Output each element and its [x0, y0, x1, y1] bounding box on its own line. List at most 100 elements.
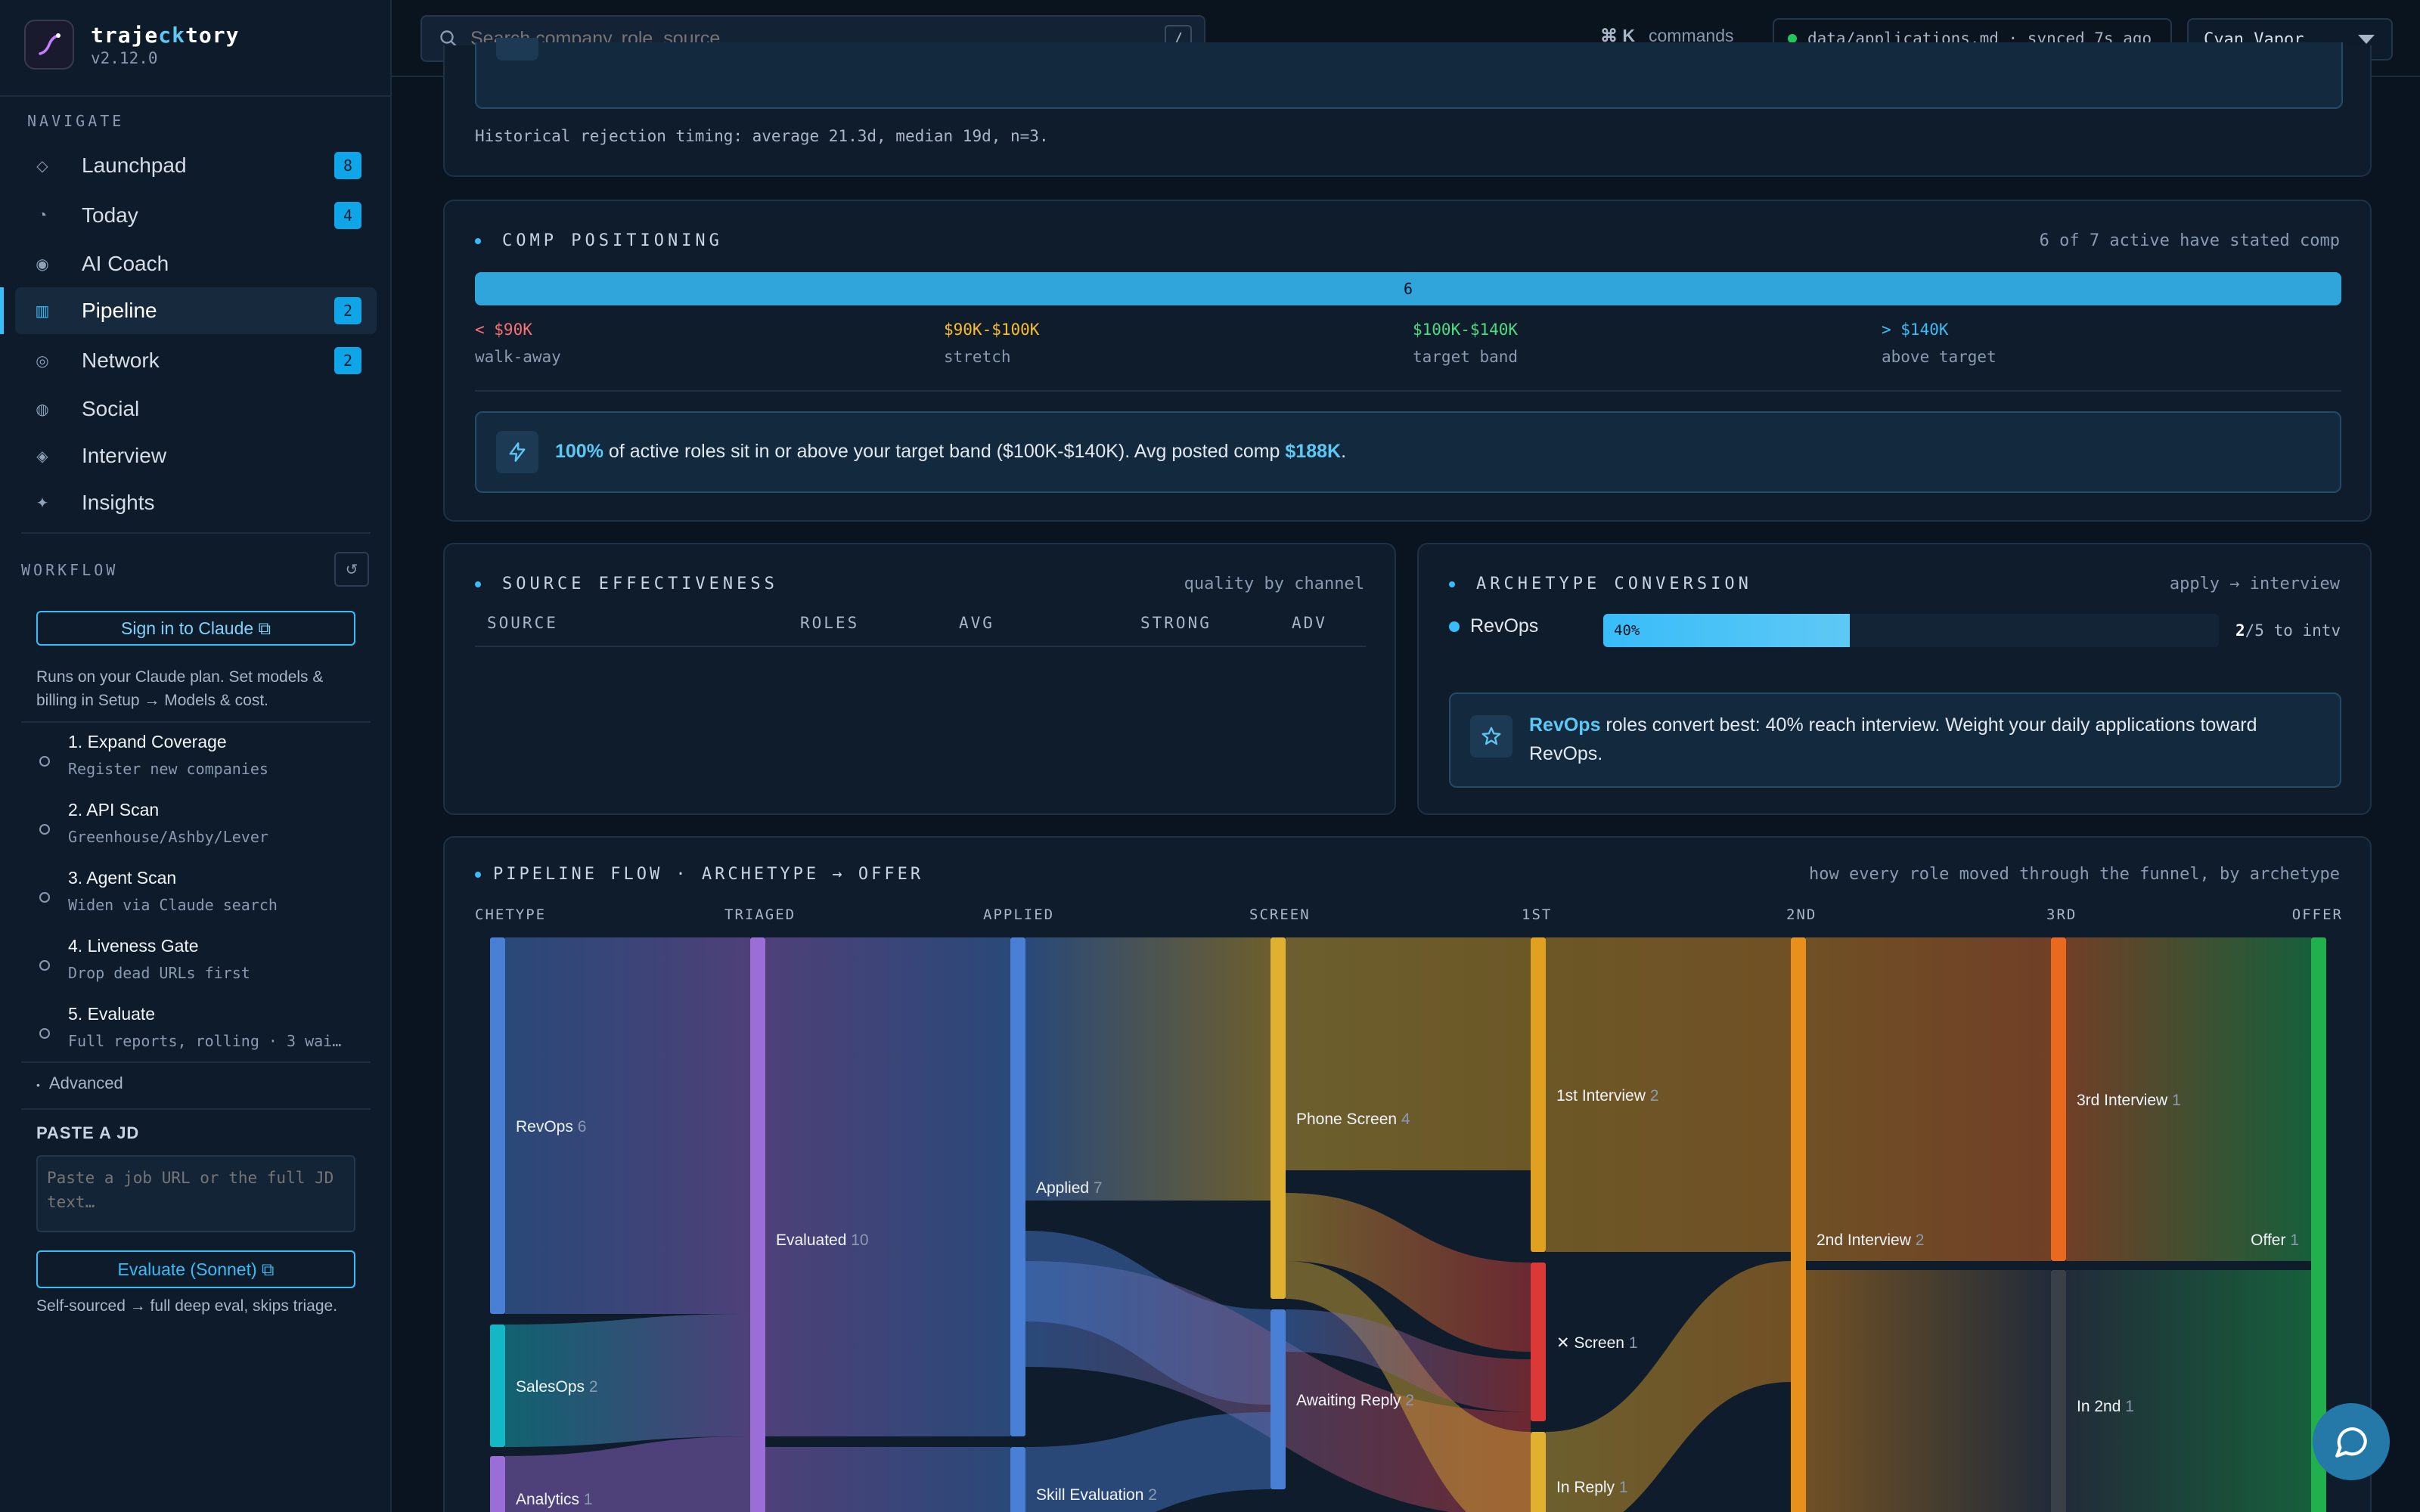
- comp-positioning-card: COMP POSITIONING 6 of 7 active have stat…: [443, 200, 2372, 522]
- card-meta: apply → interview: [2169, 575, 2340, 593]
- tier-range: < $90K: [475, 321, 532, 339]
- sidebar-item-label: Today: [82, 203, 138, 227]
- sidebar-item-today[interactable]: ◔ Today 4: [15, 192, 377, 239]
- archetype-bar-fill: 40%: [1603, 614, 1850, 647]
- sankey-node[interactable]: [1531, 1432, 1546, 1512]
- column-header: STRONG: [1140, 614, 1212, 632]
- column-header: AVG: [959, 614, 994, 632]
- sankey-node[interactable]: [490, 1325, 505, 1447]
- card-title: COMP POSITIONING: [475, 231, 723, 250]
- evaluate-button[interactable]: Evaluate (Sonnet) ⧉: [36, 1250, 355, 1288]
- sidebar-item-network[interactable]: ◎ Network 2: [15, 337, 377, 384]
- workflow-step[interactable]: 3. Agent Scan Widen via Claude search: [36, 868, 377, 914]
- status-circle-icon: [39, 960, 50, 971]
- sidebar-item-interview[interactable]: ◈ Interview: [15, 432, 377, 479]
- step-subtitle: Drop dead URLs first: [68, 964, 250, 982]
- stage-column-label: 2ND: [1786, 906, 1817, 923]
- sankey-node[interactable]: [490, 937, 505, 1314]
- sankey-link: [1806, 937, 2051, 1261]
- sankey-node[interactable]: [750, 937, 765, 1512]
- workflow-step[interactable]: 2. API Scan Greenhouse/Ashby/Lever: [36, 800, 377, 846]
- social-icon: ◍: [36, 401, 49, 418]
- source-effectiveness-card: SOURCE EFFECTIVENESS quality by channel …: [443, 543, 1396, 815]
- sidebar-item-ai-coach[interactable]: ◉ AI Coach: [15, 240, 377, 287]
- archetype-insight-callout: RevOps roles convert best: 40% reach int…: [1449, 692, 2341, 788]
- tier-name: above target: [1882, 348, 1996, 366]
- status-circle-icon: [39, 892, 50, 903]
- step-subtitle: Full reports, rolling · 3 wai…: [68, 1032, 342, 1050]
- stage-column-label: 3RD: [2046, 906, 2077, 923]
- card-meta: quality by channel: [1184, 575, 1364, 593]
- navigate-label: NAVIGATE: [27, 112, 125, 130]
- sparkle-icon: ✦: [36, 494, 49, 512]
- sankey-node-label: Skill Evaluation 2: [1036, 1486, 1157, 1504]
- jd-input[interactable]: [36, 1155, 355, 1232]
- sankey-node[interactable]: [490, 1456, 505, 1512]
- sankey-node[interactable]: [1270, 937, 1286, 1299]
- self-sourced-note: Self-sourced → full deep eval, skips tri…: [36, 1297, 338, 1315]
- series-dot-icon: [1449, 621, 1460, 632]
- pipeline-flow-card: PIPELINE FLOW · ARCHETYPE → OFFER how ev…: [443, 836, 2372, 1512]
- comp-bar-fill: 6: [475, 272, 2341, 305]
- column-header: ROLES: [800, 614, 860, 632]
- comp-bar: 6: [475, 272, 2341, 305]
- stage-column-label: APPLIED: [983, 906, 1054, 923]
- sidebar-item-pipeline[interactable]: ▥ Pipeline 2: [0, 287, 377, 334]
- advanced-label: Advanced: [48, 1074, 123, 1092]
- step-subtitle: Register new companies: [68, 760, 268, 778]
- tier-name: walk-away: [475, 348, 561, 366]
- sankey-node-label: ✕ Screen 1: [1556, 1334, 1638, 1352]
- card-title: ARCHETYPE CONVERSION: [1449, 575, 1752, 593]
- sankey-link: [1806, 1270, 2051, 1512]
- sankey-node[interactable]: [1010, 1447, 1025, 1512]
- sidebar-item-label: Pipeline: [82, 299, 157, 322]
- status-circle-icon: [39, 756, 50, 767]
- sankey-node[interactable]: [2051, 937, 2066, 1261]
- sankey-link: [1286, 937, 1531, 1170]
- count-badge: 4: [334, 202, 361, 229]
- status-circle-icon: [39, 1028, 50, 1039]
- stage-column-label: CHETYPE: [475, 906, 546, 923]
- sankey-node[interactable]: [1791, 937, 1806, 1512]
- advanced-toggle[interactable]: • Advanced: [36, 1074, 123, 1093]
- sidebar-item-label: Social: [82, 397, 140, 420]
- source-table: SOURCE ROLES AVG STRONG ADV: [475, 614, 1366, 647]
- workflow-step[interactable]: 1. Expand Coverage Register new companie…: [36, 732, 377, 778]
- sidebar-item-label: Insights: [82, 491, 155, 514]
- divider: [475, 390, 2341, 392]
- logo-icon: [24, 20, 74, 70]
- sankey-link: [765, 937, 1010, 1436]
- column-header: SOURCE: [487, 614, 558, 632]
- chat-button[interactable]: [2313, 1403, 2390, 1480]
- table-header-row: SOURCE ROLES AVG STRONG ADV: [475, 614, 1366, 646]
- tier-range: > $140K: [1882, 321, 1949, 339]
- rejection-note: Historical rejection timing: average 21.…: [475, 127, 1049, 145]
- sidebar-item-social[interactable]: ◍ Social: [15, 386, 377, 432]
- sankey-node[interactable]: [1010, 937, 1025, 1436]
- step-title: 4. Liveness Gate: [68, 936, 199, 956]
- workflow-step[interactable]: 5. Evaluate Full reports, rolling · 3 wa…: [36, 1004, 377, 1050]
- brand-name: trajecktory: [91, 22, 240, 48]
- divider: [21, 1108, 371, 1110]
- brand-version: v2.12.0: [91, 48, 158, 67]
- sankey-link: [765, 1447, 1010, 1512]
- step-title: 5. Evaluate: [68, 1004, 156, 1024]
- sankey-node[interactable]: [2051, 1270, 2066, 1512]
- sankey-node-label: 1st Interview 2: [1556, 1087, 1658, 1105]
- refresh-button[interactable]: ↺: [334, 552, 369, 587]
- sidebar-item-label: AI Coach: [82, 252, 169, 275]
- step-title: 1. Expand Coverage: [68, 732, 227, 751]
- sankey-node[interactable]: [1270, 1309, 1286, 1489]
- comp-insight-callout: 100% of active roles sit in or above you…: [475, 411, 2341, 493]
- stage-column-label: SCREEN: [1249, 906, 1311, 923]
- brand[interactable]: trajecktory v2.12.0: [24, 20, 239, 70]
- sankey-node-label: RevOps 6: [516, 1118, 586, 1136]
- sidebar-item-launchpad[interactable]: ◇ Launchpad 8: [15, 142, 377, 189]
- sidebar-item-insights[interactable]: ✦ Insights: [15, 479, 377, 526]
- sankey-node[interactable]: [1531, 937, 1546, 1252]
- sankey-node-label: 2nd Interview 2: [1817, 1232, 1924, 1249]
- sankey-node[interactable]: [1531, 1263, 1546, 1421]
- workflow-step[interactable]: 4. Liveness Gate Drop dead URLs first: [36, 936, 377, 982]
- divider: [21, 1061, 371, 1063]
- sign-in-claude-button[interactable]: Sign in to Claude ⧉: [36, 611, 355, 646]
